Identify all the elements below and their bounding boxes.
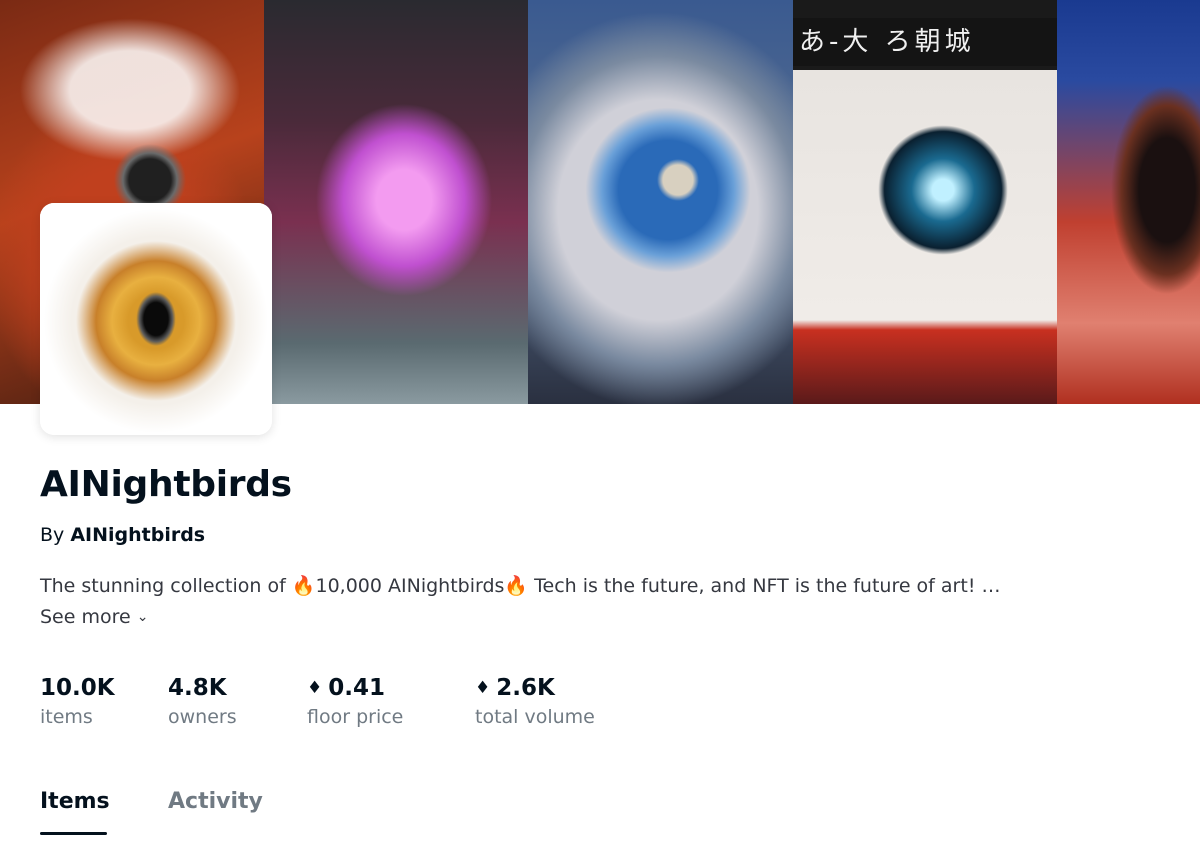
creator-byline: By AINightbirds [40,522,205,548]
stat-items[interactable]: 10.0K items [40,672,115,730]
stat-floor-price[interactable]: ♦ 0.41 floor price [307,672,403,730]
collection-description: The stunning collection of 🔥10,000 AINig… [40,575,1001,597]
stat-owners[interactable]: 4.8K owners [168,672,237,730]
stat-floor-price-label: floor price [307,706,404,728]
stat-items-value: 10.0K [40,675,115,701]
by-prefix: By [40,524,65,546]
avatar-eye-image [40,203,272,435]
stat-total-volume[interactable]: ♦ 2.6K total volume [475,672,595,730]
banner-sign-text: あ-大 ろ朝城 [793,18,1057,66]
banner-artwork-3 [528,0,793,404]
stat-owners-label: owners [168,706,237,728]
tab-items[interactable]: Items [40,786,110,818]
banner-artwork-4: あ-大 ろ朝城 [793,0,1057,404]
ethereum-icon: ♦ [307,678,323,698]
tab-activity[interactable]: Activity [168,786,263,818]
stat-total-volume-value-row: ♦ 2.6K [475,672,595,704]
stat-owners-value: 4.8K [168,675,227,701]
collection-avatar [40,203,272,435]
ethereum-icon: ♦ [475,678,491,698]
chevron-down-icon: ⌄ [136,609,149,625]
see-more-label: See more [40,606,131,628]
banner-artwork-2 [264,0,528,404]
stat-floor-price-value-row: ♦ 0.41 [307,672,403,704]
active-tab-indicator [40,832,107,835]
see-more-button[interactable]: See more ⌄ [40,603,148,631]
stat-total-volume-label: total volume [475,706,595,728]
stat-floor-price-value: 0.41 [328,675,385,701]
creator-link[interactable]: AINightbirds [70,524,205,546]
collection-title: AINightbirds [40,464,292,505]
stat-total-volume-value: 2.6K [496,675,555,701]
banner-artwork-5 [1057,0,1200,404]
stat-items-label: items [40,706,93,728]
